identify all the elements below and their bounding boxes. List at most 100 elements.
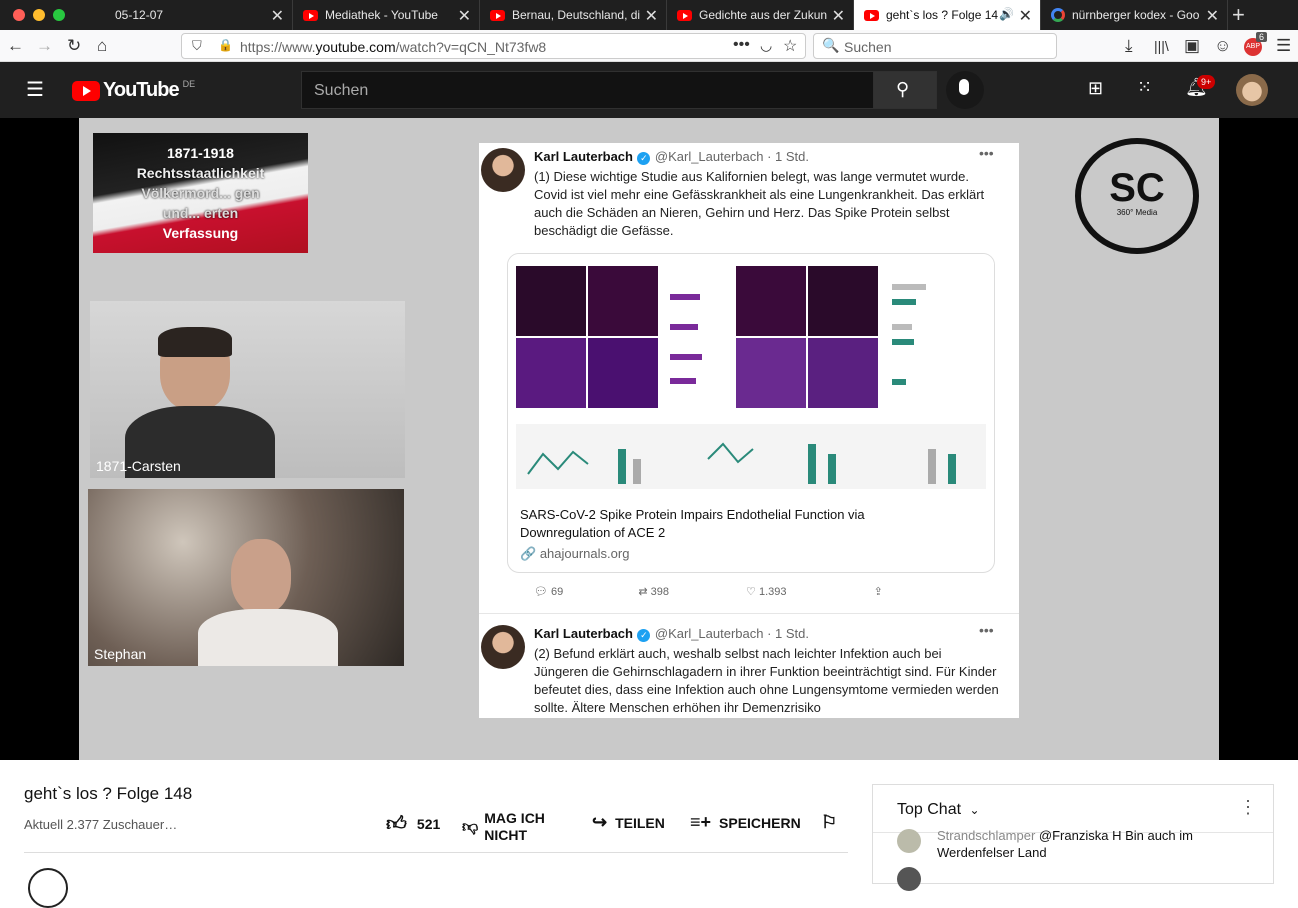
page-actions-icon[interactable]: •••: [733, 36, 750, 54]
webcam-feed-carsten: 1871-Carsten: [90, 301, 405, 478]
youtube-play-icon: [72, 80, 100, 101]
tweet-text: (2) Befund erklärt auch, weshalb selbst …: [534, 646, 999, 715]
webcam-feed-stephan: Stephan: [88, 489, 404, 666]
search-icon: ⚲: [896, 79, 910, 99]
pocket-icon[interactable]: ◡: [760, 37, 772, 54]
speaker-icon[interactable]: 🔊: [999, 7, 1014, 21]
tab-title: 05-12-07: [115, 8, 164, 22]
camera-label: 1871-Carsten: [96, 458, 181, 474]
library-icon[interactable]: |||\: [1154, 38, 1169, 54]
tab-title: Mediathek - YouTube: [325, 8, 438, 22]
dislike-button[interactable]: 👎︎ MAG ICH NICHT: [462, 810, 545, 844]
tweet-handle: @Karl_Lauterbach · 1 Std.: [654, 149, 810, 164]
close-tab-icon[interactable]: ✕: [1019, 6, 1032, 26]
browser-tab[interactable]: Gedichte aus der Zukunft ✕: [667, 0, 854, 30]
tweet-text: (1) Diese wichtige Studie aus Kalifornie…: [534, 169, 985, 238]
forward-icon[interactable]: →: [36, 36, 53, 56]
close-tab-icon[interactable]: ✕: [645, 6, 658, 26]
user-avatar[interactable]: [1236, 74, 1268, 106]
banner-line: 1871-1918: [167, 145, 234, 161]
tweet-more-icon: •••: [979, 622, 994, 638]
logo-subtext: 360° Media: [1116, 208, 1158, 217]
youtube-search-placeholder: Suchen: [314, 82, 369, 99]
link-title: SARS-CoV-2 Spike Protein Impairs Endothe…: [520, 507, 865, 540]
reply-count: 69: [551, 586, 564, 598]
camera-label: Stephan: [94, 646, 147, 662]
viewer-count: Aktuell 2.377 Zuschauer…: [24, 817, 178, 832]
close-window-button[interactable]: [13, 9, 25, 21]
url-text: https://www.youtube.com/watch?v=qCN_Nt73…: [240, 39, 547, 55]
voice-search-button[interactable]: [946, 71, 984, 109]
save-button[interactable]: ≡+ SPEICHERN: [690, 812, 801, 833]
minimize-window-button[interactable]: [33, 9, 45, 21]
chat-message: Strandschlamper @Franziska H Bin auch im…: [873, 825, 1273, 865]
video-player[interactable]: 1871-1918 Rechtsstaatlichkeit Völkermord…: [0, 118, 1298, 760]
playlist-add-icon: ≡+: [690, 812, 712, 832]
hamburger-menu-icon[interactable]: ☰: [26, 77, 44, 102]
microphone-icon: [959, 79, 969, 95]
chat-author-name: Strandschlamper: [937, 828, 1036, 843]
study-figure-image: [508, 254, 994, 494]
close-tab-icon[interactable]: ✕: [458, 6, 471, 26]
bookmark-star-icon[interactable]: ☆: [783, 36, 797, 56]
banner-line: und... erten: [162, 205, 239, 221]
browser-search-field[interactable]: 🔍 Suchen: [813, 33, 1057, 59]
reload-icon[interactable]: ↻: [67, 36, 81, 56]
browser-tab[interactable]: nürnberger kodex - Goo ✕: [1041, 0, 1228, 30]
link-icon: 🔗: [520, 546, 537, 561]
tab-title: Bernau, Deutschland, die: [512, 8, 640, 22]
browser-tab[interactable]: Mediathek - YouTube ✕: [293, 0, 480, 30]
tweet-author-name: Karl Lauterbach: [534, 149, 633, 164]
close-tab-icon[interactable]: ✕: [1206, 6, 1219, 26]
link-domain: ahajournals.org: [539, 546, 630, 561]
back-icon[interactable]: ←: [7, 36, 24, 56]
new-tab-button[interactable]: +: [1232, 2, 1245, 28]
menu-icon[interactable]: ☰: [1276, 36, 1291, 56]
like-count: 1.393: [758, 586, 787, 598]
tweet-handle: @Karl_Lauterbach · 1 Std.: [654, 626, 810, 641]
youtube-header: ☰ YouTube DE Suchen ⚲ ⊞ ⁙ 🔔︎ 9+: [0, 62, 1298, 118]
search-icon: 🔍: [822, 37, 840, 53]
thumbs-down-icon: 👎︎: [462, 818, 479, 836]
tweet-more-icon: •••: [979, 145, 994, 161]
reply-icon: 💬︎: [534, 586, 548, 598]
share-button[interactable]: ↪ TEILEN: [592, 812, 665, 833]
create-video-icon[interactable]: ⊞: [1088, 78, 1103, 99]
extension-badge: 6: [1256, 32, 1268, 42]
video-frame: 1871-1918 Rechtsstaatlichkeit Völkermord…: [79, 118, 1219, 760]
youtube-search-input[interactable]: Suchen: [301, 71, 874, 109]
report-button[interactable]: ⚐: [821, 812, 837, 833]
verified-badge-icon: ✓: [637, 629, 651, 642]
channel-avatar[interactable]: [28, 868, 68, 908]
close-tab-icon[interactable]: ✕: [832, 6, 845, 26]
download-icon[interactable]: ⤓: [1125, 36, 1133, 56]
shield-icon[interactable]: ⛉: [192, 38, 202, 54]
browser-tab[interactable]: 05-12-07 ✕: [105, 0, 293, 30]
home-icon[interactable]: ⌂: [97, 36, 107, 56]
maximize-window-button[interactable]: [53, 9, 65, 21]
tab-title: geht`s los ? Folge 14: [886, 8, 998, 22]
tab-title: nürnberger kodex - Goo: [1072, 8, 1200, 22]
banner-line: Rechtsstaatlichkeit: [136, 165, 265, 181]
lock-icon[interactable]: 🔒: [218, 38, 233, 52]
browser-tab[interactable]: Bernau, Deutschland, die ✕: [480, 0, 667, 30]
logo-text: SC: [1109, 166, 1165, 210]
sidebar-icon[interactable]: ▣: [1184, 36, 1200, 56]
youtube-favicon-icon: [303, 9, 318, 21]
close-tab-icon[interactable]: ✕: [271, 6, 284, 26]
chevron-down-icon: ⌄: [969, 803, 980, 817]
url-bar[interactable]: ⛉ 🔒 https://www.youtube.com/watch?v=qCN_…: [181, 33, 806, 59]
like-button[interactable]: 👍︎ 521: [386, 812, 440, 836]
apps-grid-icon[interactable]: ⁙: [1137, 77, 1152, 98]
account-icon[interactable]: ☺: [1214, 36, 1231, 56]
flag-banner: 1871-1918 Rechtsstaatlichkeit Völkermord…: [93, 133, 308, 253]
sc-media-logo: SC 360° Media: [1075, 138, 1199, 254]
share-label: TEILEN: [615, 814, 665, 831]
youtube-logo[interactable]: YouTube DE: [72, 79, 195, 102]
save-label: SPEICHERN: [719, 814, 801, 831]
browser-tab-active[interactable]: geht`s los ? Folge 14 🔊 ✕: [854, 0, 1041, 30]
chat-mode-dropdown[interactable]: Top Chat ⌄: [897, 801, 980, 819]
youtube-search-button[interactable]: ⚲: [873, 71, 937, 109]
chat-more-options-icon[interactable]: ⋮: [1239, 797, 1257, 818]
retweet-count: 398: [650, 586, 669, 598]
